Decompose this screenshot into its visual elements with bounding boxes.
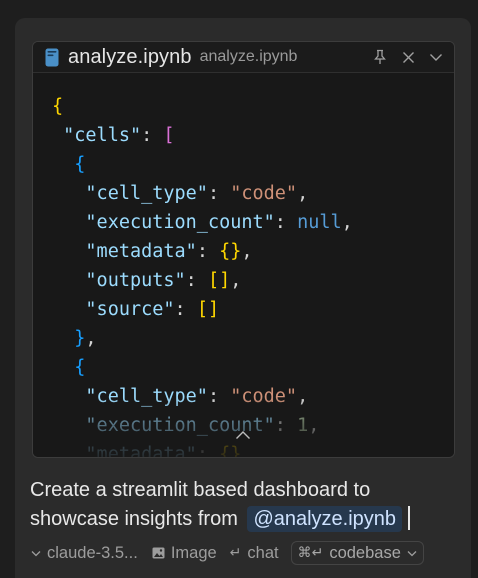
code-line: "cell_type": "code", [52,179,353,208]
code-line: "metadata": {}, [52,440,353,458]
code-line: "cells": [ [52,121,353,150]
code-token: , [230,270,242,291]
code-token: "metadata" [85,444,197,458]
code-token: [] [196,299,220,320]
code-line: { [52,92,353,121]
pin-icon[interactable] [371,48,389,66]
code-token: , [241,444,253,458]
code-token: : [196,444,220,458]
code-token: "cell_type" [85,183,208,204]
model-selector[interactable]: claude-3.5... [31,544,138,563]
file-preview: analyze.ipynb analyze.ipynb {"cells": [… [32,41,455,458]
file-preview-header: analyze.ipynb analyze.ipynb [33,42,454,73]
expand-chevron-icon[interactable] [235,427,251,439]
code-token: , [85,328,97,349]
code-token: : [141,125,164,146]
file-mention-chip[interactable]: @analyze.ipynb [247,506,403,532]
image-icon [152,547,165,559]
codebase-label: codebase [329,543,401,562]
code-token: [ [163,125,175,146]
model-label: claude-3.5... [47,543,138,562]
code-token: : [185,270,208,291]
code-token: : [274,212,298,233]
code-token: "code" [230,386,298,407]
code-line: "execution_count": 1, [52,411,353,440]
codebase-button[interactable]: ⌘↵ codebase [290,541,424,565]
code-line: "cell_type": "code", [52,382,353,411]
code-token: : [274,415,298,436]
notebook-file-icon [44,47,59,67]
code-line: "execution_count": null, [52,208,353,237]
code-token: "outputs" [85,270,186,291]
prompt-input[interactable]: Create a streamlit based dashboard to sh… [30,476,450,534]
code-token: , [297,183,309,204]
return-key-icon: ↵ [229,545,242,561]
prompt-toolbar: claude-3.5... Image ↵ chat ⌘↵ codebase [30,539,459,567]
text-caret [408,506,410,530]
code-token: [] [207,270,231,291]
code-token: "metadata" [85,241,197,262]
code-token: "cell_type" [85,386,208,407]
code-token: , [241,241,253,262]
chevron-down-icon[interactable] [427,48,445,66]
code-token: : [174,299,197,320]
code-token: "code" [230,183,298,204]
image-label: Image [170,543,217,562]
code-token: {} [219,241,242,262]
code-token: : [196,241,220,262]
code-token: "source" [85,299,175,320]
chevron-down-icon [407,550,417,557]
code-token: , [297,386,309,407]
chat-button[interactable]: ↵ chat [230,544,279,563]
code-token: { [74,154,86,175]
code-line: "source": [] [52,295,353,324]
code-token: : [207,386,231,407]
code-token: { [52,96,64,117]
file-name: analyze.ipynb [68,45,192,68]
image-button[interactable]: Image [152,544,217,563]
code-content[interactable]: { "cells": [ { "cell_type": "code", "exe… [52,92,353,458]
code-token: null [297,212,342,233]
chevron-down-icon [31,550,41,557]
code-token: , [341,212,353,233]
code-line: { [52,353,353,382]
code-line: "metadata": {}, [52,237,353,266]
command-return-icon: ⌘↵ [297,545,324,561]
code-token: "execution_count" [85,212,275,233]
close-icon[interactable] [399,48,417,66]
code-token: 1 [297,415,309,436]
chat-input-panel: analyze.ipynb analyze.ipynb {"cells": [… [15,18,471,578]
file-path: analyze.ipynb [199,48,298,65]
code-line: { [52,150,353,179]
code-token: , [308,415,320,436]
chat-label: chat [247,543,279,562]
code-line: "outputs": [], [52,266,353,295]
code-token: {} [219,444,242,458]
code-token: { [74,357,86,378]
code-line: }, [52,324,353,353]
code-token: "cells" [63,125,142,146]
code-token: : [207,183,231,204]
code-token: } [74,328,86,349]
